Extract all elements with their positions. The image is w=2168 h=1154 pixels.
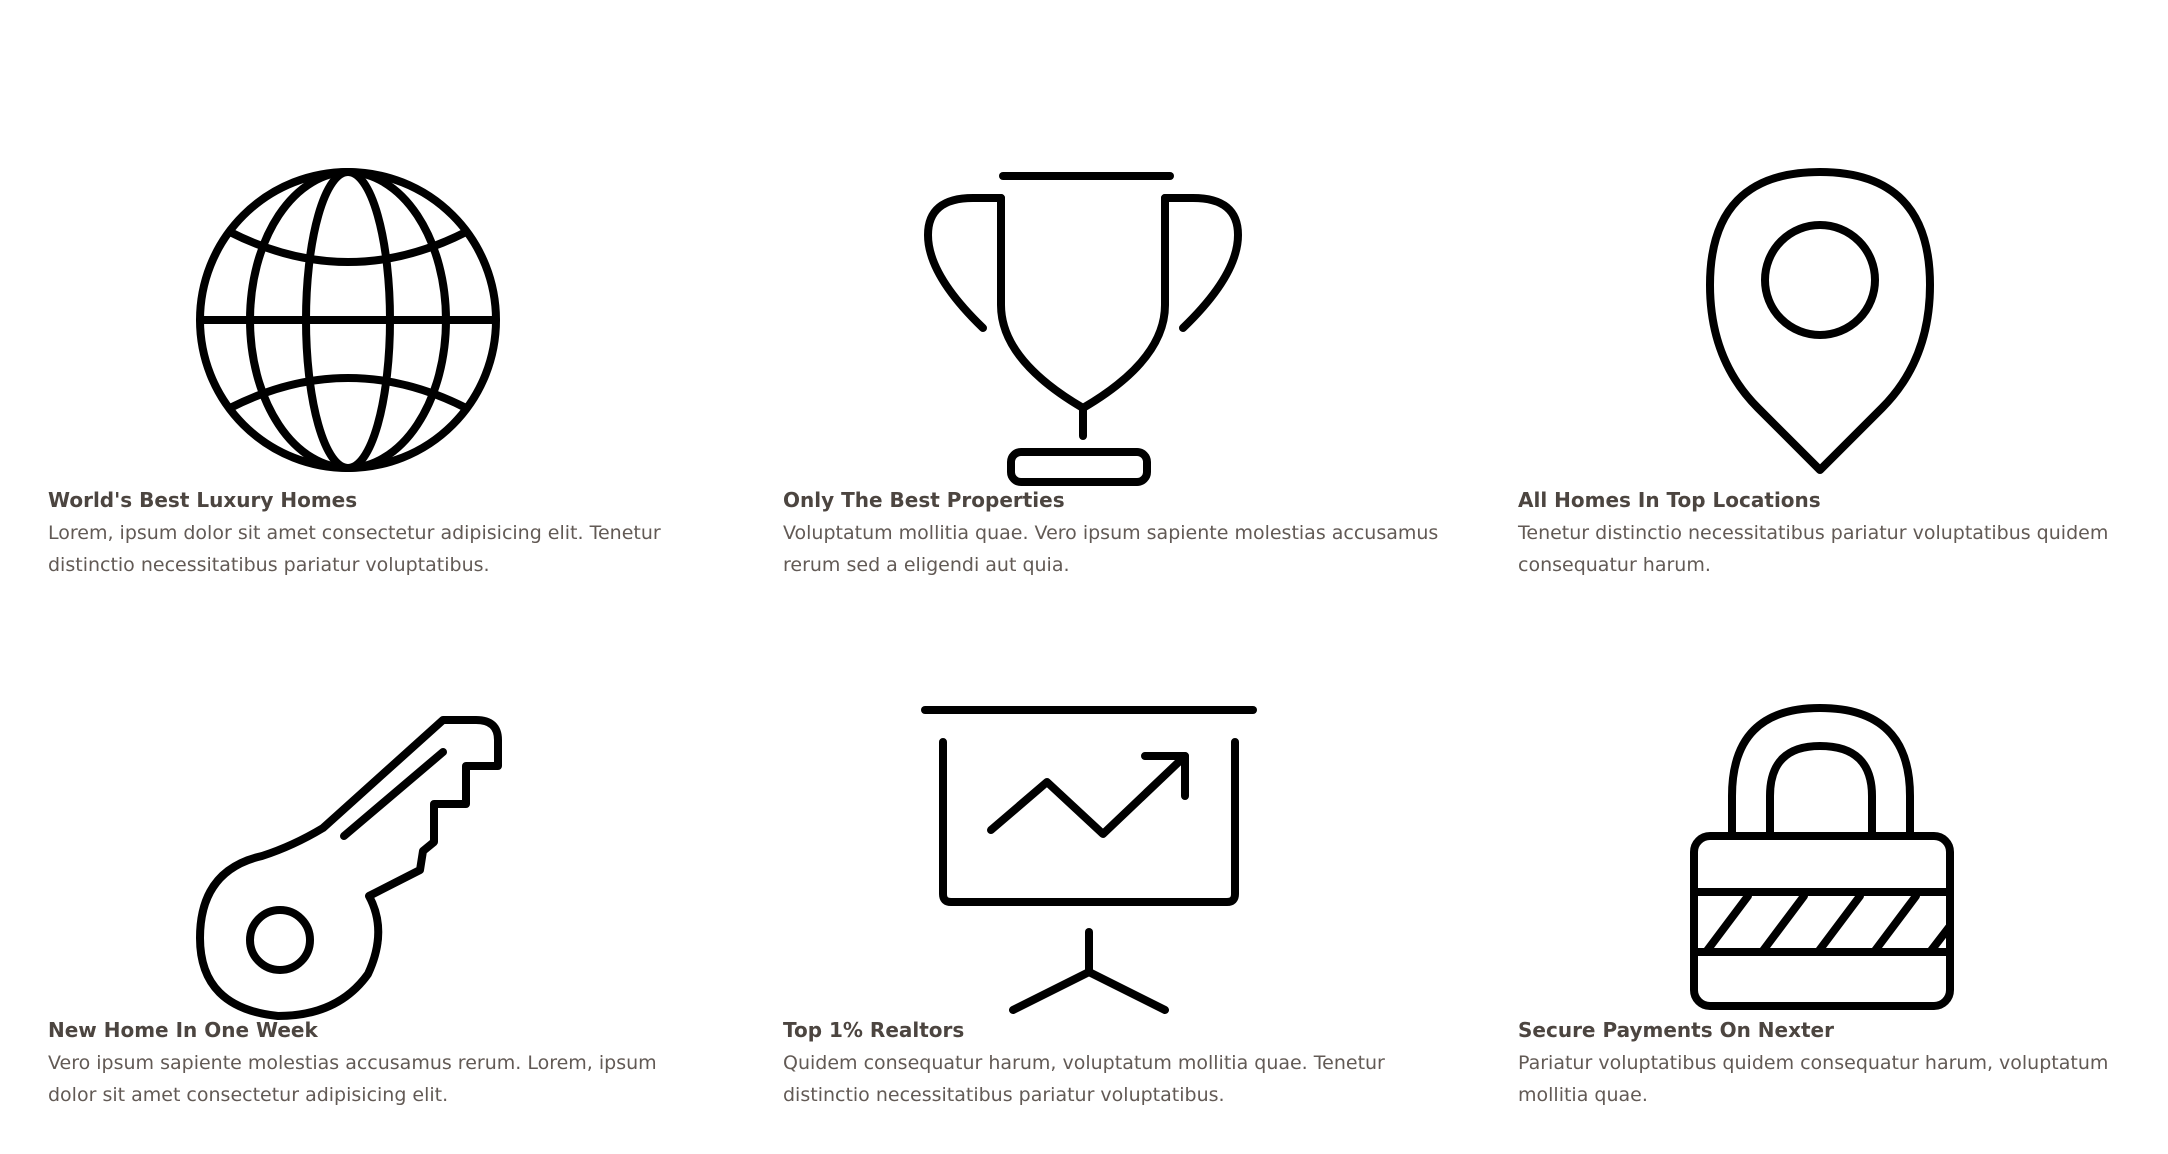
feature-title: All Homes In Top Locations <box>1518 488 1821 512</box>
feature-description: Vero ipsum sapiente molestias accusamus … <box>48 1052 657 1106</box>
feature-description: Pariatur voluptatibus quidem consequatur… <box>1518 1052 2109 1106</box>
feature-description: Voluptatum mollitia quae. Vero ipsum sap… <box>783 522 1439 576</box>
features-section: World's Best Luxury Homes Lorem, ipsum d… <box>0 0 2168 1154</box>
trophy-icon <box>923 170 1263 486</box>
key-icon <box>196 706 538 1021</box>
feature-title: Top 1% Realtors <box>783 1018 965 1042</box>
feature-title: World's Best Luxury Homes <box>48 488 358 512</box>
feature-description: Lorem, ipsum dolor sit amet consectetur … <box>48 522 661 576</box>
lock-icon <box>1688 704 2028 1021</box>
feature-description: Tenetur distinctio necessitatibus pariat… <box>1518 522 2109 576</box>
feature-title: New Home In One Week <box>48 1018 318 1042</box>
feature-description: Quidem consequatur harum, voluptatum mol… <box>783 1052 1385 1106</box>
globe-icon <box>196 168 538 485</box>
presentation-chart-icon <box>921 706 1263 1021</box>
feature-title: Secure Payments On Nexter <box>1518 1018 1834 1042</box>
map-pin-icon <box>1706 168 2048 485</box>
feature-title: Only The Best Properties <box>783 488 1065 512</box>
